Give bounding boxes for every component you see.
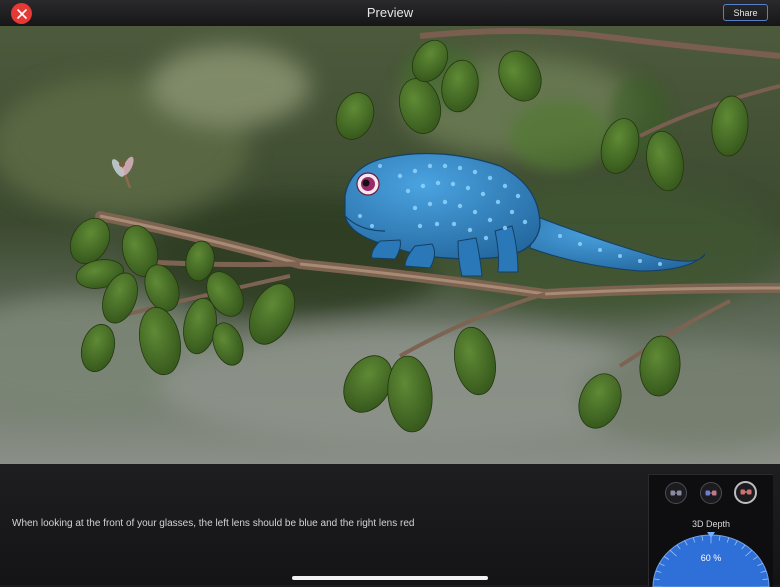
- anaglyph-mode-2-icon: [705, 490, 717, 495]
- home-indicator: [292, 576, 488, 580]
- glasses-hint-text: When looking at the front of your glasse…: [12, 518, 415, 529]
- depth-dial[interactable]: 60 %: [651, 531, 771, 587]
- top-bar: Preview Share: [0, 0, 780, 27]
- anaglyph-mode-3-icon: [740, 489, 751, 495]
- preview-image: [0, 26, 780, 464]
- anaglyph-mode-1-icon: [670, 490, 682, 495]
- anaglyph-mode-3-button[interactable]: [734, 481, 757, 504]
- share-button[interactable]: Share: [723, 4, 768, 21]
- page-title: Preview: [366, 5, 414, 20]
- depth-control-panel: 3D Depth 60 %: [648, 474, 773, 587]
- anaglyph-mode-1-button[interactable]: [665, 482, 687, 504]
- depth-value: 60 %: [701, 553, 722, 563]
- anaglyph-mode-2-button[interactable]: [700, 482, 722, 504]
- bottom-panel: When looking at the front of your glasse…: [0, 464, 780, 587]
- depth-label: 3D Depth: [691, 519, 731, 529]
